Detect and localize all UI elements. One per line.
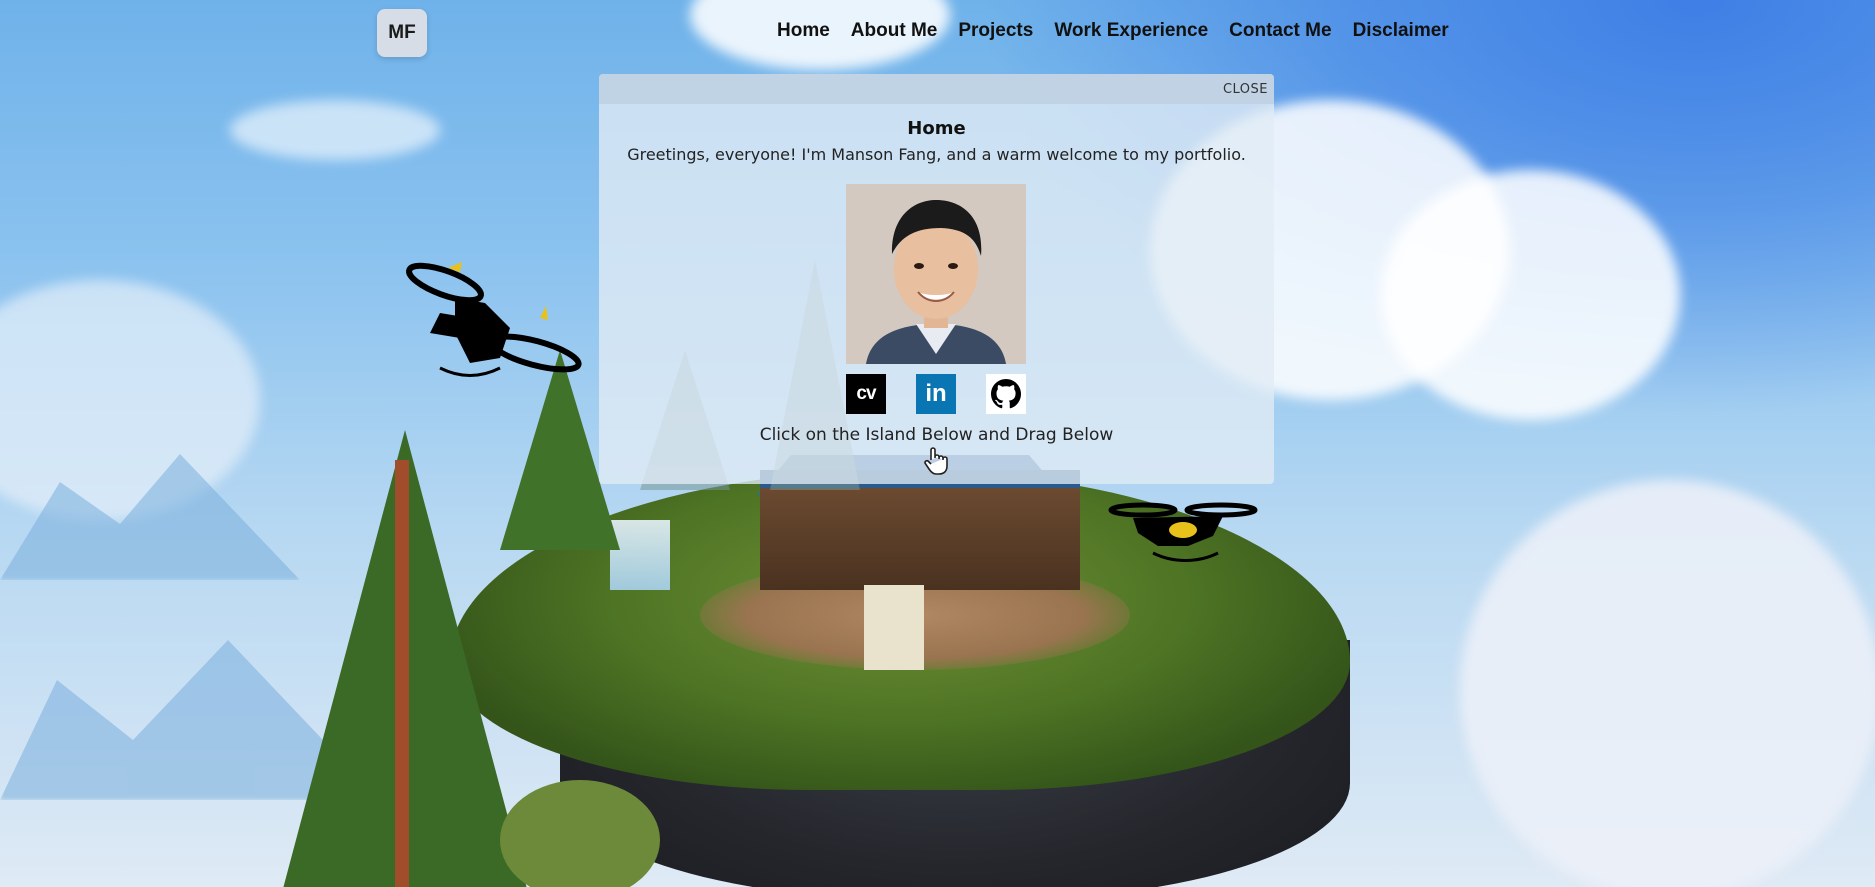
nav-disclaimer[interactable]: Disclaimer bbox=[1353, 20, 1449, 42]
social-links: cv in bbox=[846, 374, 1026, 414]
drone-left bbox=[406, 262, 582, 377]
main-nav: Home About Me Projects Work Experience C… bbox=[777, 20, 1449, 42]
github-link[interactable] bbox=[986, 374, 1026, 414]
modal-title-bar: CLOSE bbox=[599, 74, 1274, 104]
github-icon bbox=[991, 379, 1021, 409]
profile-photo bbox=[846, 184, 1026, 364]
cv-link[interactable]: cv bbox=[846, 374, 886, 414]
modal-title: Home bbox=[907, 118, 966, 139]
linkedin-icon: in bbox=[925, 380, 947, 407]
cloud bbox=[1380, 170, 1680, 420]
linkedin-link[interactable]: in bbox=[916, 374, 956, 414]
island-block bbox=[864, 585, 924, 670]
cv-icon: cv bbox=[856, 383, 876, 404]
nav-home[interactable]: Home bbox=[777, 20, 830, 42]
bush bbox=[500, 780, 660, 887]
cloud bbox=[230, 100, 440, 160]
hand-pointer-icon bbox=[924, 447, 948, 475]
close-button[interactable]: CLOSE bbox=[1223, 82, 1268, 97]
instruction-text: Click on the Island Below and Drag Below bbox=[759, 425, 1114, 445]
drone-right bbox=[1108, 502, 1258, 562]
nav-projects[interactable]: Projects bbox=[958, 20, 1033, 42]
greeting-text: Greetings, everyone! I'm Manson Fang, an… bbox=[627, 145, 1246, 164]
cloud bbox=[0, 280, 260, 520]
nav-about-me[interactable]: About Me bbox=[851, 20, 938, 42]
nav-contact-me[interactable]: Contact Me bbox=[1229, 20, 1331, 42]
home-modal: CLOSE Home Greetings, everyone! I'm Mans… bbox=[599, 74, 1274, 484]
nav-work-experience[interactable]: Work Experience bbox=[1054, 20, 1208, 42]
cloud bbox=[1460, 480, 1875, 887]
logo-button[interactable]: MF bbox=[377, 9, 427, 57]
